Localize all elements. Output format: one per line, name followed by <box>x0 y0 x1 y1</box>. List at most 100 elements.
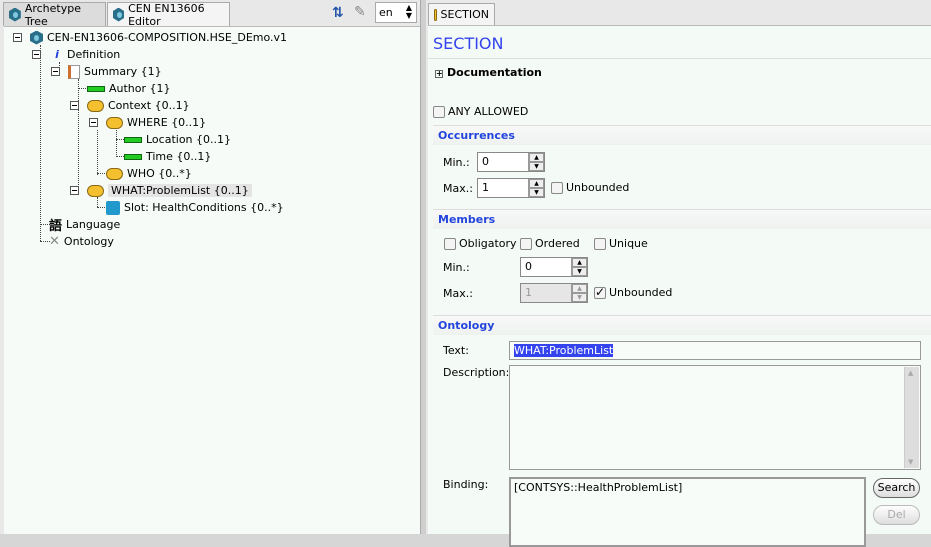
checkbox-label: Unique <box>609 237 648 250</box>
tab-cen-editor[interactable]: CEN EN13606 Editor <box>107 1 230 28</box>
members-unbounded-checkbox[interactable]: Unbounded <box>594 285 672 299</box>
documentation-label: Documentation <box>447 66 542 79</box>
element-icon <box>124 136 142 143</box>
page-title: SECTION <box>433 34 504 53</box>
occurrences-min-spinner[interactable]: 0 ▲ ▼ <box>477 152 545 172</box>
archetype-icon <box>113 7 125 22</box>
syringe-icon[interactable]: ✎ <box>354 4 366 20</box>
node-label: WHERE {0..1} <box>127 116 207 129</box>
spinner-value: 1 <box>482 181 489 194</box>
tree-node-language[interactable]: 語 Language <box>49 216 121 234</box>
down-icon[interactable]: ▼ <box>572 267 587 276</box>
text-label: Text: <box>443 344 469 357</box>
obligatory-checkbox[interactable]: Obligatory <box>444 237 517 250</box>
spinner-value: 0 <box>525 260 532 273</box>
tree-node-root[interactable]: CEN-EN13606-COMPOSITION.HSE_DEmo.v1 <box>30 29 287 46</box>
tree-node-what-selected[interactable]: WHAT:ProblemList {0..1} <box>87 182 252 199</box>
node-label: Time {0..1} <box>146 150 212 163</box>
max-label: Max.: <box>443 287 473 300</box>
min-label: Min.: <box>443 156 470 169</box>
left-panel: Archetype Tree CEN EN13606 Editor ⇅ ✎ en… <box>0 0 420 534</box>
up-icon[interactable]: ▲ <box>529 153 544 162</box>
unique-checkbox[interactable]: Unique <box>594 237 648 250</box>
archetype-icon <box>30 30 43 45</box>
documentation-toggle[interactable]: + Documentation <box>435 66 542 79</box>
binding-list[interactable]: [CONTSYS::HealthProblemList] <box>509 477 866 547</box>
up-icon[interactable]: ▲ <box>572 258 587 267</box>
down-icon[interactable]: ▼ <box>529 162 544 171</box>
spinner-value: 1 <box>525 286 532 299</box>
node-label: Definition <box>67 48 121 61</box>
element-icon <box>124 153 142 160</box>
document-icon <box>68 64 80 79</box>
tab-archetype-tree[interactable]: Archetype Tree <box>3 1 106 28</box>
ontology-icon: ✕ <box>49 234 60 249</box>
checkbox-label: Unbounded <box>566 181 630 194</box>
info-icon: i <box>55 48 59 61</box>
language-select[interactable]: en ▲ ▼ <box>375 2 417 23</box>
down-icon: ▼ <box>908 458 914 466</box>
checkbox-label: Obligatory <box>459 237 517 250</box>
ontology-text-input[interactable]: WHAT:ProblemList <box>509 341 921 360</box>
occurrences-header: Occurrences <box>433 125 931 145</box>
element-icon <box>87 85 105 92</box>
section-icon <box>87 184 104 197</box>
slot-icon <box>106 200 120 215</box>
occurrences-unbounded-checkbox[interactable]: Unbounded <box>551 181 629 194</box>
max-label: Max.: <box>443 182 473 195</box>
tree-node-context[interactable]: Context {0..1} <box>87 97 190 114</box>
checkbox-label: Ordered <box>535 237 580 250</box>
min-label: Min.: <box>443 261 470 274</box>
description-textarea[interactable]: ▲ ▼ <box>509 365 921 470</box>
node-label: Author {1} <box>109 82 171 95</box>
occurrences-max-spinner[interactable]: 1 ▲ ▼ <box>477 178 545 198</box>
tree-node-author[interactable]: Author {1} <box>87 80 171 97</box>
tab-label: CEN EN13606 Editor <box>128 1 205 28</box>
up-icon: ▲ <box>572 284 587 293</box>
description-label: Description: <box>443 366 510 379</box>
ordered-checkbox[interactable]: Ordered <box>520 237 580 250</box>
node-label: Language <box>66 218 121 231</box>
up-icon: ▲ <box>908 369 914 377</box>
tree-node-definition[interactable]: i Definition <box>51 46 120 63</box>
binding-label: Binding: <box>443 478 489 491</box>
tree-node-where[interactable]: WHERE {0..1} <box>106 114 206 131</box>
expand-icon: + <box>435 69 443 78</box>
any-allowed-checkbox[interactable]: ANY ALLOWED <box>433 105 528 118</box>
right-panel: SECTION SECTION + Documentation ANY ALLOW… <box>426 0 931 547</box>
down-icon: ▼ <box>572 293 587 302</box>
ontology-header: Ontology <box>433 315 931 335</box>
tab-section[interactable]: SECTION <box>428 3 495 25</box>
sync-icon[interactable]: ⇅ <box>332 5 344 21</box>
node-label: Context {0..1} <box>108 99 190 112</box>
scrollbar[interactable]: ▲ ▼ <box>904 367 919 468</box>
members-min-spinner[interactable]: 0 ▲ ▼ <box>520 257 588 277</box>
archetype-icon <box>9 7 21 22</box>
tab-label: SECTION <box>440 8 489 21</box>
down-icon[interactable]: ▼ <box>529 188 544 197</box>
language-icon: 語 <box>49 219 63 234</box>
node-label: CEN-EN13606-COMPOSITION.HSE_DEmo.v1 <box>47 31 288 44</box>
section-editor: SECTION + Documentation ANY ALLOWED Occur… <box>428 25 931 547</box>
tree-node-summary[interactable]: Summary {1} <box>68 63 162 80</box>
tab-label: Archetype Tree <box>24 1 81 28</box>
cluster-icon <box>106 167 123 180</box>
search-button[interactable]: Search <box>873 478 920 498</box>
tree-node-location[interactable]: Location {0..1} <box>124 131 231 148</box>
tree-node-time[interactable]: Time {0..1} <box>124 148 211 165</box>
cluster-icon <box>87 99 104 112</box>
tree-node-ontology[interactable]: ✕ Ontology <box>49 233 114 250</box>
delete-button: Del <box>873 505 920 525</box>
members-header: Members <box>433 209 931 229</box>
node-label: Slot: HealthConditions {0..*} <box>124 201 284 214</box>
node-label: Summary {1} <box>84 65 162 78</box>
archetype-tree: CEN-EN13606-COMPOSITION.HSE_DEmo.v1 i Def… <box>4 26 420 534</box>
tree-node-slot[interactable]: Slot: HealthConditions {0..*} <box>106 199 284 216</box>
tree-node-who[interactable]: WHO {0..*} <box>106 165 192 182</box>
cluster-icon <box>106 116 123 129</box>
binding-item[interactable]: [CONTSYS::HealthProblemList] <box>514 481 682 494</box>
text-value: WHAT:ProblemList <box>514 344 614 357</box>
up-icon[interactable]: ▲ <box>529 179 544 188</box>
node-label: WHAT:ProblemList {0..1} <box>108 184 252 197</box>
members-max-spinner: 1 ▲ ▼ <box>520 283 588 303</box>
